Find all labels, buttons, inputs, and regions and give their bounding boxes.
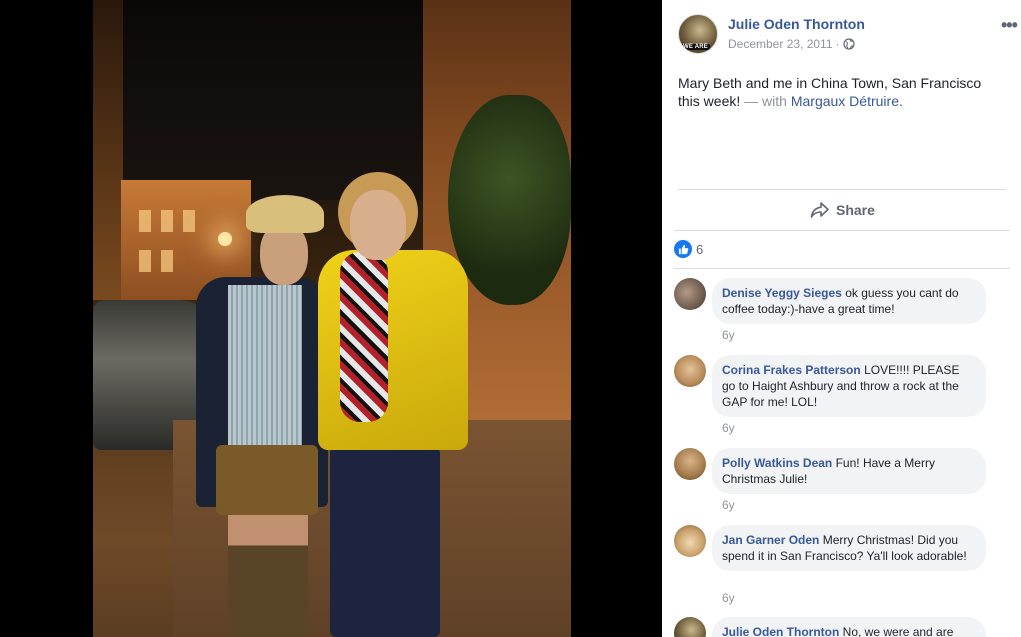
tagged-suffix: . <box>898 93 903 109</box>
author-name[interactable]: Julie Oden Thornton <box>728 16 865 32</box>
post-header: WE ARE Julie Oden Thornton December 23, … <box>678 14 1018 58</box>
commenter-name[interactable]: Corina Frakes Patterson <box>722 363 861 377</box>
avatar-badge: WE ARE <box>681 44 710 50</box>
actions-divider-top <box>678 189 1006 190</box>
photo-viewer: WE ARE Julie Oden Thornton December 23, … <box>0 0 1021 637</box>
comment-time[interactable]: 6y <box>722 591 735 605</box>
reaction-summary[interactable]: 6 <box>674 240 703 258</box>
photo-building-left <box>93 0 123 300</box>
actions-divider-bottom <box>674 230 1010 231</box>
author-avatar[interactable]: WE ARE <box>678 14 718 54</box>
share-arrow-icon <box>810 202 829 218</box>
comment-time[interactable]: 6y <box>722 498 735 512</box>
comment-time[interactable]: 6y <box>722 328 735 342</box>
tagged-person-link[interactable]: Margaux Détruire <box>791 93 899 109</box>
commenter-avatar[interactable] <box>674 278 706 310</box>
with-prefix: — with <box>744 93 787 109</box>
post-text: Mary Beth and me in China Town, San Fran… <box>678 74 998 110</box>
comment-bubble: Denise Yeggy Sieges ok guess you cant do… <box>712 278 986 324</box>
photo-person-right <box>318 172 468 637</box>
commenter-name[interactable]: Denise Yeggy Sieges <box>722 286 842 300</box>
commenter-name[interactable]: Jan Garner Oden <box>722 533 819 547</box>
post-meta: December 23, 2011 · <box>728 37 855 51</box>
comment-bubble: Julie Oden Thornton No, we were and are <box>712 617 986 637</box>
globe-icon[interactable] <box>842 38 855 50</box>
commenter-name[interactable]: Julie Oden Thornton <box>722 625 839 637</box>
comment-bubble: Polly Watkins Dean Fun! Have a Merry Chr… <box>712 448 986 494</box>
commenter-avatar[interactable] <box>674 525 706 557</box>
thumbs-up-icon <box>674 240 692 258</box>
comment-time[interactable]: 6y <box>722 421 735 435</box>
meta-separator: · <box>835 37 840 51</box>
comments-divider <box>674 268 1010 269</box>
photo-person-left <box>188 195 328 637</box>
post-sidebar: WE ARE Julie Oden Thornton December 23, … <box>662 0 1021 637</box>
comment-text: No, we were and are <box>842 625 954 637</box>
more-options-icon[interactable]: ••• <box>1001 16 1018 34</box>
commenter-avatar[interactable] <box>674 617 706 637</box>
reaction-count: 6 <box>696 241 704 257</box>
post-photo[interactable] <box>93 0 571 637</box>
comment-bubble: Corina Frakes Patterson LOVE!!!! PLEASE … <box>712 355 986 417</box>
commenter-avatar[interactable] <box>674 355 706 387</box>
share-button[interactable]: Share <box>810 198 875 222</box>
post-date[interactable]: December 23, 2011 <box>728 37 833 51</box>
photo-stage <box>0 0 662 637</box>
commenter-avatar[interactable] <box>674 448 706 480</box>
share-label: Share <box>836 202 875 218</box>
comment-bubble: Jan Garner Oden Merry Christmas! Did you… <box>712 525 986 571</box>
commenter-name[interactable]: Polly Watkins Dean <box>722 456 832 470</box>
